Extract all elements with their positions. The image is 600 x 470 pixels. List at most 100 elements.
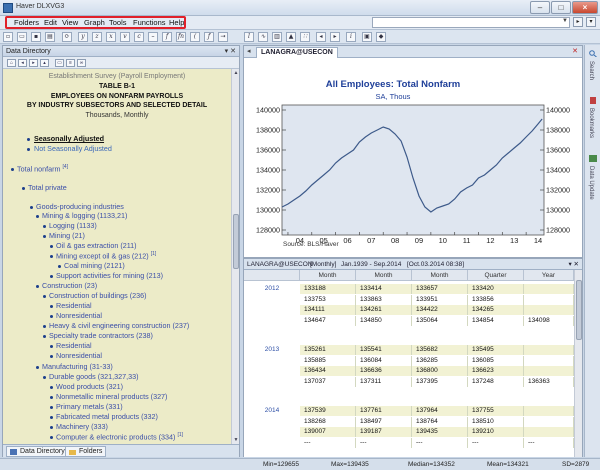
column-header[interactable]: Quarter — [468, 270, 524, 281]
table-cell[interactable]: 136800 — [412, 366, 468, 376]
function-vc-icon[interactable]: c — [134, 32, 144, 42]
table-cell[interactable]: 135261 — [300, 345, 356, 355]
tree-item-logging[interactable]: Logging (1133) — [49, 221, 97, 230]
table-cell[interactable]: 138268 — [300, 416, 356, 427]
save-icon[interactable]: ▪ — [31, 32, 41, 42]
chart-bar-icon[interactable]: ▥ — [272, 32, 282, 42]
table-cell[interactable] — [524, 355, 574, 366]
home-icon[interactable]: ⌂ — [7, 59, 16, 67]
table-cell[interactable]: 137037 — [300, 376, 356, 387]
tree-item-nonresidential[interactable]: Nonresidential — [56, 351, 102, 360]
table-cell[interactable]: --- — [524, 437, 574, 448]
tree-item-residential[interactable]: Residential — [56, 341, 92, 350]
binoculars-icon[interactable]: ∞ — [77, 59, 86, 67]
table-cell[interactable]: 136084 — [356, 355, 412, 366]
table-cell[interactable]: 135541 — [356, 345, 412, 355]
forward-icon[interactable]: ▸ — [29, 59, 38, 67]
new-icon[interactable]: ▫ — [3, 32, 13, 42]
tree-item-manufacturing[interactable]: Manufacturing (31-33) — [42, 362, 113, 371]
tree-item-durable-goods[interactable]: Durable goods (321,327,33) — [49, 372, 139, 381]
tab-scroll-icon[interactable]: ◂ — [247, 47, 251, 55]
tree-item-total-nonfarm[interactable]: Total nonfarm [4] — [17, 164, 68, 173]
table-cell[interactable]: 133863 — [356, 294, 412, 305]
column-header[interactable]: Month — [412, 270, 468, 281]
table-panel-controls[interactable]: ▾ ✕ — [568, 259, 579, 270]
tree-item-support-mining[interactable]: Support activities for mining (213) — [56, 271, 163, 280]
tree-item-goods-producing[interactable]: Goods-producing industries — [36, 202, 124, 211]
line-chart[interactable]: All Employees: Total Nonfarm SA, Thous 1… — [244, 58, 582, 258]
tree-item-mining[interactable]: Mining (21) — [49, 231, 85, 240]
table-cell[interactable]: 136636 — [356, 366, 412, 376]
column-header[interactable]: Month — [300, 270, 356, 281]
chart-area-icon[interactable]: ▲ — [286, 32, 296, 42]
up-icon[interactable]: ▴ — [40, 59, 49, 67]
table-cell[interactable] — [524, 345, 574, 355]
table-cell[interactable]: 136085 — [468, 355, 524, 366]
scroll-thumb[interactable] — [233, 214, 239, 269]
table-cell[interactable]: 134850 — [356, 315, 412, 326]
table-scroll-thumb[interactable] — [576, 280, 582, 340]
table-cell[interactable]: 134647 — [300, 315, 356, 326]
refresh-icon[interactable]: ⟳ — [62, 32, 72, 42]
function-x-icon[interactable]: x — [106, 32, 116, 42]
tree-item-wood-products[interactable]: Wood products (321) — [56, 382, 123, 391]
go-icon[interactable]: ▸ — [573, 17, 583, 27]
back-arrows-icon[interactable]: ◂ — [316, 32, 326, 42]
table-cell[interactable]: 139007 — [300, 427, 356, 437]
table-cell[interactable]: --- — [300, 437, 356, 448]
chart-scatter-icon[interactable]: ∷ — [300, 32, 310, 42]
tree-item-mining-logging[interactable]: Mining & logging (1133,21) — [42, 211, 127, 220]
table-cell[interactable]: 135682 — [412, 345, 468, 355]
function-fx-icon[interactable]: f — [162, 32, 172, 42]
table-cell[interactable]: 138497 — [356, 416, 412, 427]
tree-item-residential[interactable]: Residential — [56, 301, 92, 310]
column-header[interactable]: Year — [524, 270, 574, 281]
function-v-icon[interactable]: v — [120, 32, 130, 42]
tree-item-construction[interactable]: Construction (23) — [42, 281, 97, 290]
table-cell[interactable]: 137395 — [412, 376, 468, 387]
tree-item-construction-buildings[interactable]: Construction of buildings (236) — [49, 291, 146, 300]
table-cell[interactable]: 136434 — [300, 366, 356, 376]
open-icon[interactable]: ▭ — [17, 32, 27, 42]
forward-arrows-icon[interactable]: ▸ — [330, 32, 340, 42]
table-cell[interactable]: 134111 — [300, 305, 356, 315]
function-shift-icon[interactable]: ⇥ — [218, 32, 228, 42]
function-paren-icon[interactable]: ( — [190, 32, 200, 42]
table-cell[interactable]: 134098 — [524, 315, 574, 326]
options-icon[interactable]: ▾ — [586, 17, 596, 27]
seasonally-adjusted-link[interactable]: Seasonally Adjusted — [34, 134, 104, 143]
tree-item-primary-metals[interactable]: Primary metals (331) — [56, 402, 123, 411]
table-cell[interactable]: --- — [468, 437, 524, 448]
back-icon[interactable]: ◂ — [18, 59, 27, 67]
bookmarks-side-tab[interactable]: Bookmarks — [588, 108, 594, 138]
function-dash-icon[interactable]: – — [148, 32, 158, 42]
tree-item-heavy-civil[interactable]: Heavy & civil engineering construction (… — [49, 321, 189, 330]
tree-item-coal-mining[interactable]: Coal mining (2121) — [64, 261, 125, 270]
highlight-icon[interactable]: ◆ — [376, 32, 386, 42]
tab-folders[interactable]: Folders — [65, 446, 107, 457]
table-cell[interactable] — [524, 427, 574, 437]
search-side-tab[interactable]: Search — [588, 61, 594, 80]
table-cell[interactable]: 133951 — [412, 294, 468, 305]
print-icon[interactable]: ▤ — [45, 32, 55, 42]
table-cell[interactable]: 137964 — [412, 406, 468, 416]
panel-controls[interactable]: ▾ ✕ — [225, 46, 236, 57]
table-cell[interactable]: 136623 — [468, 366, 524, 376]
table-cell[interactable]: 135064 — [412, 315, 468, 326]
tree-item-nonmetallic[interactable]: Nonmetallic mineral products (327) — [56, 392, 167, 401]
table-cell[interactable] — [524, 406, 574, 416]
lock-icon[interactable]: ▣ — [362, 32, 372, 42]
table-scrollbar[interactable] — [574, 270, 582, 457]
function-y-icon[interactable]: y — [78, 32, 88, 42]
table-cell[interactable]: 137761 — [356, 406, 412, 416]
maximize-button[interactable]: □ — [551, 1, 571, 14]
table-cell[interactable]: 133420 — [468, 284, 524, 294]
function-fn-icon[interactable]: fn — [176, 32, 186, 42]
table-cell[interactable]: 133856 — [468, 294, 524, 305]
table-cell[interactable]: 137539 — [300, 406, 356, 416]
tab-data-directory[interactable]: Data Directory — [6, 446, 69, 457]
series-icon[interactable]: ≡ — [66, 59, 75, 67]
scroll-down-icon[interactable]: ▼ — [232, 437, 240, 443]
table-cell[interactable]: 134854 — [468, 315, 524, 326]
table-cell[interactable]: --- — [356, 437, 412, 448]
